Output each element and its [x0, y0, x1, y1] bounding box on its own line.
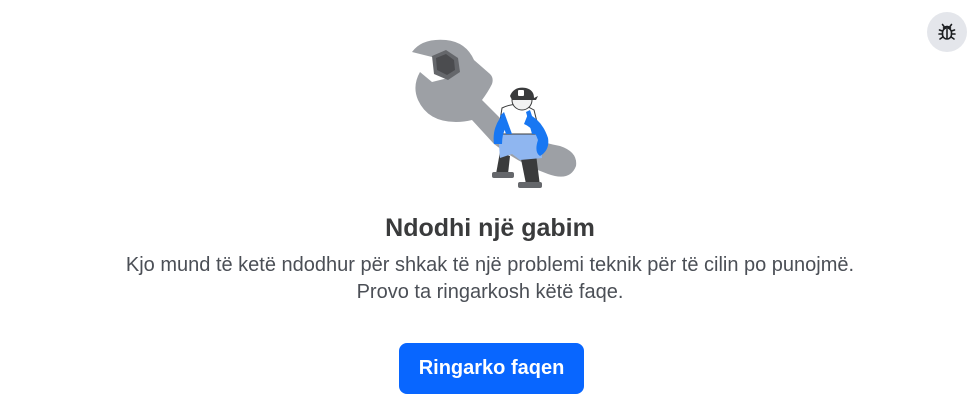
wrench-worker-illustration	[408, 34, 586, 190]
worker-figure	[492, 87, 549, 188]
error-content: Ndodhi një gabim Kjo mund të ketë ndodhu…	[0, 212, 980, 306]
report-bug-button[interactable]	[927, 12, 967, 52]
error-message-line-2: Provo ta ringarkosh këtë faqe.	[356, 281, 624, 303]
error-title: Ndodhi një gabim	[385, 214, 595, 242]
error-page: Ndodhi një gabim Kjo mund të ketë ndodhu…	[0, 0, 980, 419]
bug-icon	[935, 20, 959, 44]
reload-page-button[interactable]: Ringarko faqen	[399, 343, 584, 394]
error-message: Kjo mund të ketë ndodhur për shkak të nj…	[0, 252, 980, 306]
wrench-icon	[412, 39, 577, 177]
error-message-line-1: Kjo mund të ketë ndodhur për shkak të nj…	[125, 254, 855, 276]
